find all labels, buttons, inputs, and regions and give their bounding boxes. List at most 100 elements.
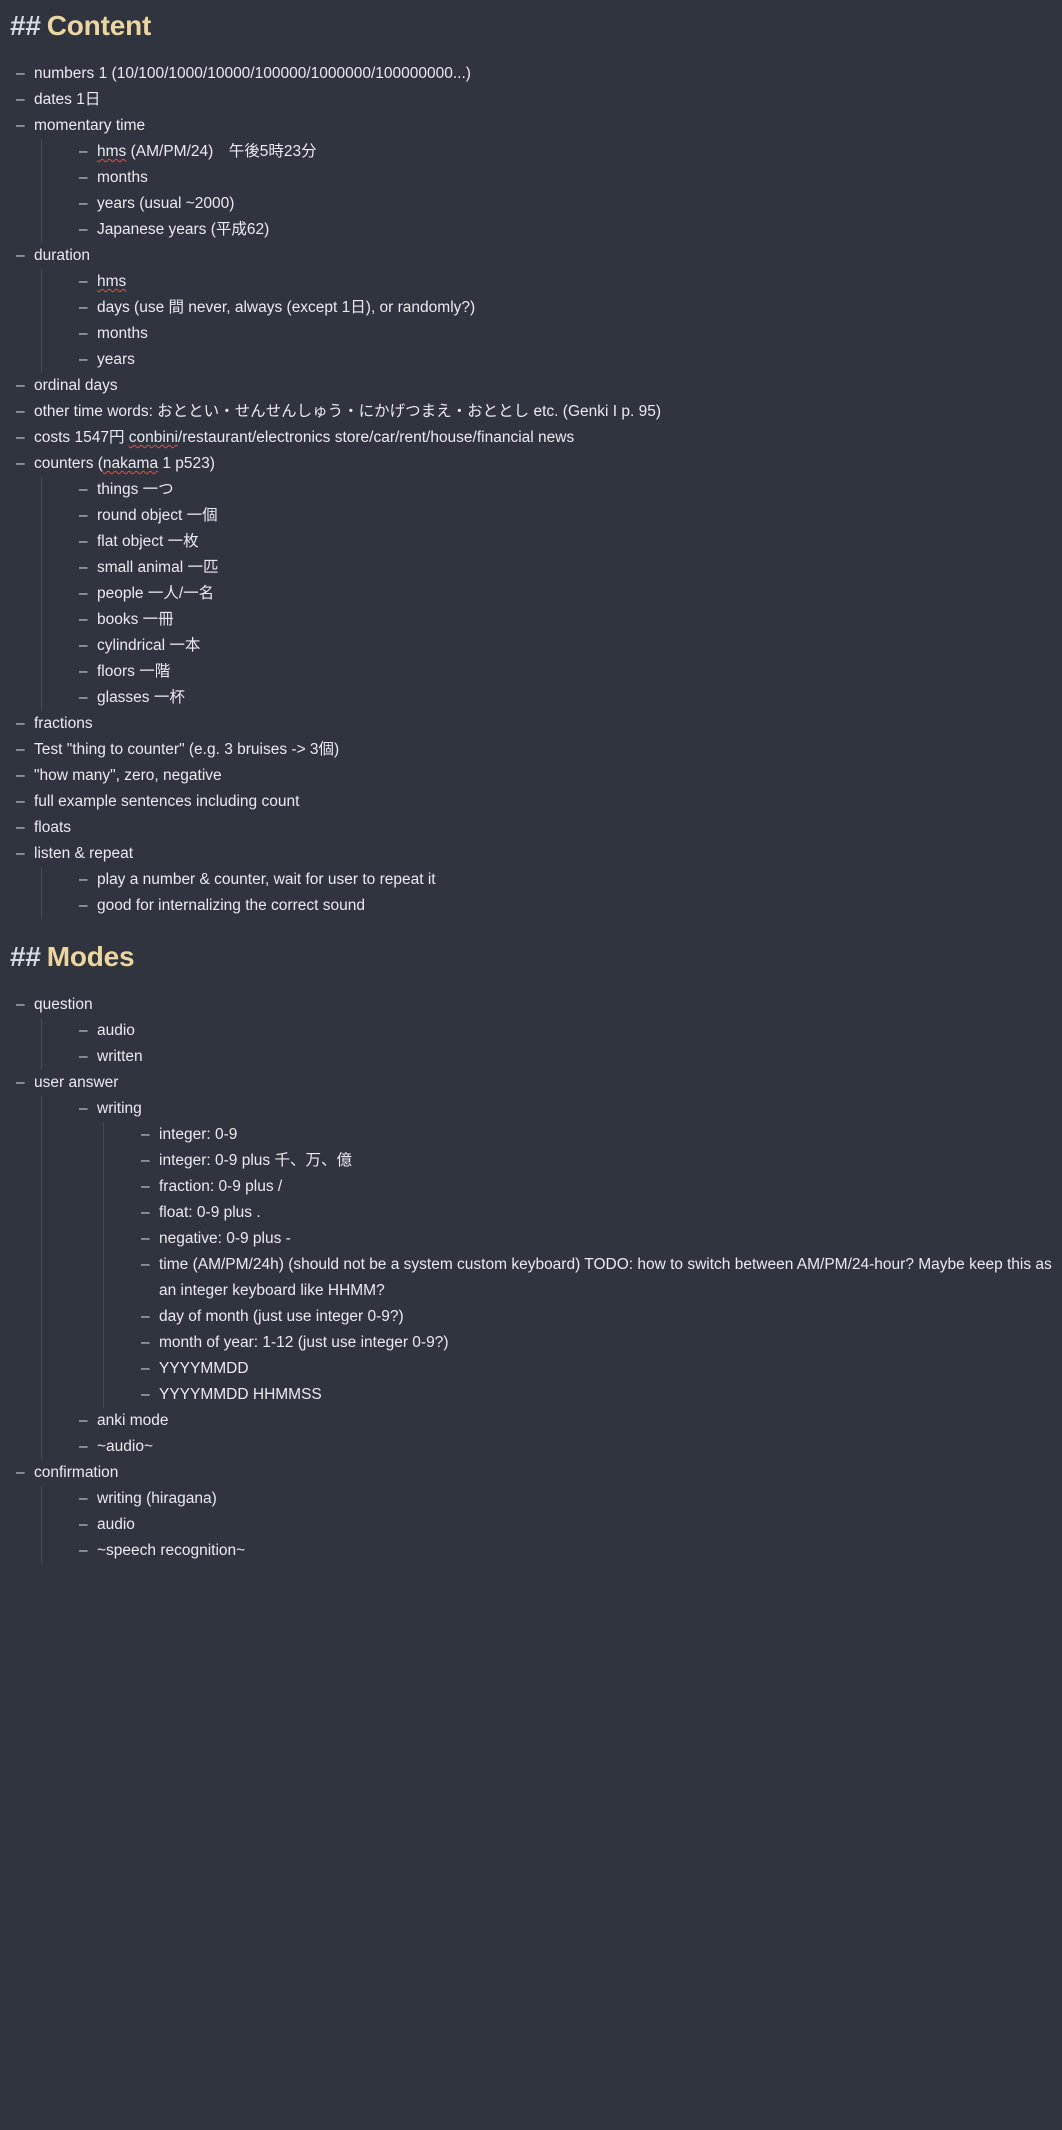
outline-item[interactable]: momentary timehms (AM/PM/24) 午後5時23分mont… xyxy=(14,113,1062,243)
outline-item[interactable]: ~speech recognition~ xyxy=(77,1538,1062,1564)
document-page: ##Content numbers 1 (10/100/1000/10000/1… xyxy=(0,0,1062,2130)
outline-item-text: dates 1日 xyxy=(34,87,1062,113)
outline-item[interactable]: hms xyxy=(77,269,1062,295)
outline-item[interactable]: hms (AM/PM/24) 午後5時23分 xyxy=(77,139,1062,165)
spellcheck-word: conbini xyxy=(128,429,178,446)
outline-item-text: Test "thing to counter" (e.g. 3 bruises … xyxy=(34,737,1062,763)
outline-item[interactable]: flat object 一枚 xyxy=(77,529,1062,555)
outline-item[interactable]: costs 1547円 conbini/restaurant/electroni… xyxy=(14,425,1062,451)
outline-item[interactable]: writinginteger: 0-9integer: 0-9 plus 千、万… xyxy=(77,1096,1062,1408)
outline-item-text: user answer xyxy=(34,1070,1062,1096)
outline-item-text: integer: 0-9 plus 千、万、億 xyxy=(159,1148,1062,1174)
outline-sublist-level-2: writing (hiragana)audio~speech recogniti… xyxy=(41,1486,1062,1564)
outline-item[interactable]: Japanese years (平成62) xyxy=(77,217,1062,243)
outline-item[interactable]: integer: 0-9 xyxy=(139,1122,1062,1148)
outline-item[interactable]: round object 一個 xyxy=(77,503,1062,529)
outline-item[interactable]: written xyxy=(77,1044,1062,1070)
outline-item[interactable]: play a number & counter, wait for user t… xyxy=(77,867,1062,893)
spellcheck-word: hms xyxy=(97,143,127,160)
outline-item[interactable]: fraction: 0-9 plus / xyxy=(139,1174,1062,1200)
outline-item-text: round object 一個 xyxy=(97,503,1062,529)
outline-item-text: writing (hiragana) xyxy=(97,1486,1062,1512)
outline-item-text: people 一人/一名 xyxy=(97,581,1062,607)
outline-item-text: full example sentences including count xyxy=(34,789,1062,815)
outline-list-modes: questionaudiowrittenuser answerwritingin… xyxy=(0,992,1062,1588)
outline-item[interactable]: integer: 0-9 plus 千、万、億 xyxy=(139,1148,1062,1174)
page-title-modes: ## Modes xyxy=(10,939,1062,974)
outline-item-text: Japanese years (平成62) xyxy=(97,217,1062,243)
outline-item[interactable]: questionaudiowritten xyxy=(14,992,1062,1070)
outline-item[interactable]: fractions xyxy=(14,711,1062,737)
outline-item-text: things 一つ xyxy=(97,477,1062,503)
outline-item[interactable]: month of year: 1-12 (just use integer 0-… xyxy=(139,1330,1062,1356)
outline-item-text: cylindrical 一本 xyxy=(97,633,1062,659)
outline-item-text: numbers 1 (10/100/1000/10000/100000/1000… xyxy=(34,61,1062,87)
outline-item-text: books 一冊 xyxy=(97,607,1062,633)
outline-item[interactable]: time (AM/PM/24h) (should not be a system… xyxy=(139,1252,1062,1304)
outline-item-text: small animal 一匹 xyxy=(97,555,1062,581)
outline-item-text: good for internalizing the correct sound xyxy=(97,893,1062,919)
outline-item[interactable]: day of month (just use integer 0-9?) xyxy=(139,1304,1062,1330)
outline-item[interactable]: months xyxy=(77,165,1062,191)
outline-item[interactable]: things 一つ xyxy=(77,477,1062,503)
outline-item[interactable]: audio xyxy=(77,1512,1062,1538)
outline-item[interactable]: years xyxy=(77,347,1062,373)
outline-item-text: glasses 一杯 xyxy=(97,685,1062,711)
outline-item[interactable]: YYYYMMDD HHMMSS xyxy=(139,1382,1062,1408)
outline-item[interactable]: duration hms days (use 間 never, always (ex… xyxy=(14,243,1062,373)
spellcheck-word: hms xyxy=(97,273,127,290)
outline-item[interactable]: other time words: おととい・せんせんしゅう・にかげつまえ・おと… xyxy=(14,399,1062,425)
heading-text-content: Content xyxy=(46,10,152,41)
outline-sublist-level-2: hms days (use 間 never, always (except 1日)… xyxy=(41,269,1062,373)
outline-item[interactable]: ~audio~ xyxy=(77,1434,1062,1460)
outline-item[interactable]: counters (nakama 1 p523)things 一つround o… xyxy=(14,451,1062,711)
outline-item[interactable]: small animal 一匹 xyxy=(77,555,1062,581)
heading-modes-block: ## Modes xyxy=(0,919,1062,974)
outline-item[interactable]: listen & repeatplay a number & counter, … xyxy=(14,841,1062,919)
outline-item[interactable]: ordinal days xyxy=(14,373,1062,399)
outline-item[interactable]: full example sentences including count xyxy=(14,789,1062,815)
outline-item[interactable]: anki mode xyxy=(77,1408,1062,1434)
outline-item-text: written xyxy=(97,1044,1062,1070)
outline-item-text: momentary time xyxy=(34,113,1062,139)
outline-item-text: fraction: 0-9 plus / xyxy=(159,1174,1062,1200)
outline-item-text: day of month (just use integer 0-9?) xyxy=(159,1304,1062,1330)
outline-item-text: ordinal days xyxy=(34,373,1062,399)
page-title-content: ## Content xyxy=(10,8,1062,43)
outline-sublist-level-2: things 一つround object 一個flat object 一枚sm… xyxy=(41,477,1062,711)
outline-item[interactable]: numbers 1 (10/100/1000/10000/100000/1000… xyxy=(14,61,1062,87)
outline-item-text: time (AM/PM/24h) (should not be a system… xyxy=(159,1252,1062,1304)
outline-item[interactable]: Test "thing to counter" (e.g. 3 bruises … xyxy=(14,737,1062,763)
outline-item-text: confirmation xyxy=(34,1460,1062,1486)
outline-item[interactable]: books 一冊 xyxy=(77,607,1062,633)
outline-item[interactable]: dates 1日 xyxy=(14,87,1062,113)
outline-item-text: YYYYMMDD xyxy=(159,1356,1062,1382)
outline-item-text: years (usual ~2000) xyxy=(97,191,1062,217)
outline-item[interactable]: floors 一階 xyxy=(77,659,1062,685)
outline-item[interactable]: cylindrical 一本 xyxy=(77,633,1062,659)
outline-item-text: fractions xyxy=(34,711,1062,737)
outline-item[interactable]: negative: 0-9 plus - xyxy=(139,1226,1062,1252)
outline-item[interactable]: YYYYMMDD xyxy=(139,1356,1062,1382)
outline-item[interactable]: "how many", zero, negative xyxy=(14,763,1062,789)
outline-item-text: ~audio~ xyxy=(97,1434,1062,1460)
outline-item-text: writing xyxy=(97,1096,1062,1122)
outline-item-text: integer: 0-9 xyxy=(159,1122,1062,1148)
outline-item-text: costs 1547円 conbini/restaurant/electroni… xyxy=(34,425,1062,451)
outline-item[interactable]: audio xyxy=(77,1018,1062,1044)
outline-item[interactable]: months xyxy=(77,321,1062,347)
outline-item[interactable]: days (use 間 never, always (except 1日), o… xyxy=(77,295,1062,321)
outline-item[interactable]: user answerwritinginteger: 0-9integer: 0… xyxy=(14,1070,1062,1460)
outline-item[interactable]: floats xyxy=(14,815,1062,841)
outline-item[interactable]: years (usual ~2000) xyxy=(77,191,1062,217)
outline-item-text: other time words: おととい・せんせんしゅう・にかげつまえ・おと… xyxy=(34,399,1062,425)
outline-item[interactable]: float: 0-9 plus . xyxy=(139,1200,1062,1226)
outline-item-text: days (use 間 never, always (except 1日), o… xyxy=(97,295,1062,321)
outline-item-text: YYYYMMDD HHMMSS xyxy=(159,1382,1062,1408)
outline-item[interactable]: people 一人/一名 xyxy=(77,581,1062,607)
outline-item[interactable]: confirmationwriting (hiragana)audio~spee… xyxy=(14,1460,1062,1564)
outline-item[interactable]: good for internalizing the correct sound xyxy=(77,893,1062,919)
outline-item[interactable]: glasses 一杯 xyxy=(77,685,1062,711)
outline-item-text: duration xyxy=(34,243,1062,269)
outline-item[interactable]: writing (hiragana) xyxy=(77,1486,1062,1512)
